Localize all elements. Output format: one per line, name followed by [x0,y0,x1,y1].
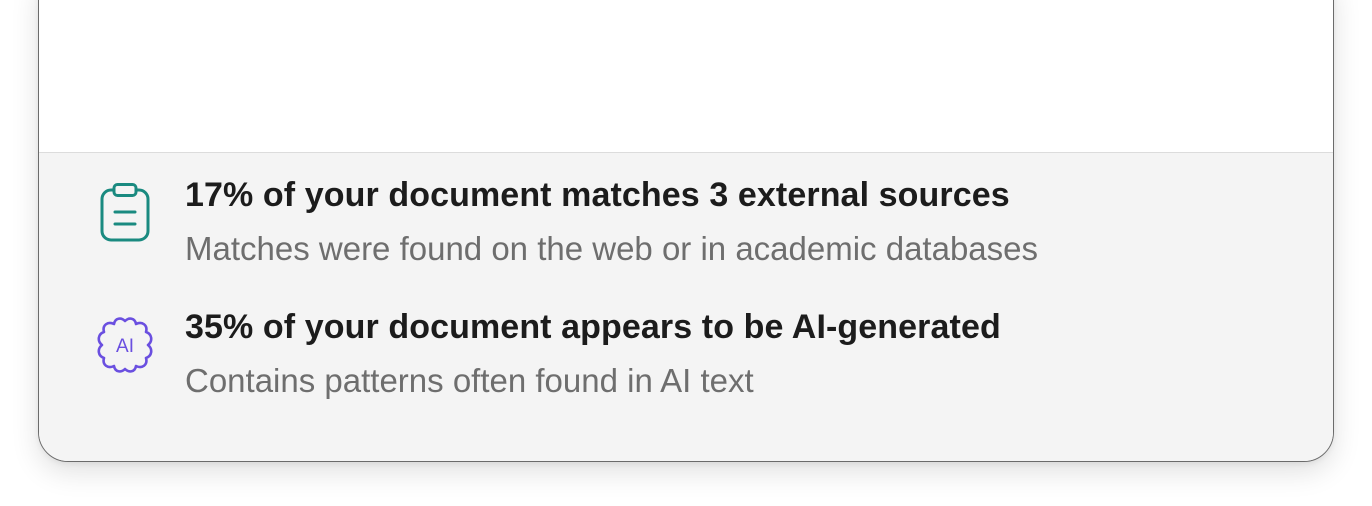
ai-badge-icon: AI [95,315,155,375]
ai-detection-result-row: AI 35% of your document appears to be AI… [95,307,1293,401]
results-summary-footer: 17% of your document matches 3 external … [39,152,1333,461]
ai-badge-label: AI [116,336,134,357]
ai-subtext: Contains patterns often found in AI text [185,362,754,399]
ai-text-block: 35% of your document appears to be AI-ge… [185,307,1001,401]
card-content-area [39,0,1333,152]
plagiarism-headline: 17% of your document matches 3 external … [185,176,1010,214]
results-card: 17% of your document matches 3 external … [38,0,1334,462]
plagiarism-subtext: Matches were found on the web or in acad… [185,230,1039,267]
plagiarism-result-row: 17% of your document matches 3 external … [95,175,1293,269]
ai-headline: 35% of your document appears to be AI-ge… [185,308,1001,346]
clipboard-icon [95,183,155,243]
plagiarism-text-block: 17% of your document matches 3 external … [185,175,1038,269]
